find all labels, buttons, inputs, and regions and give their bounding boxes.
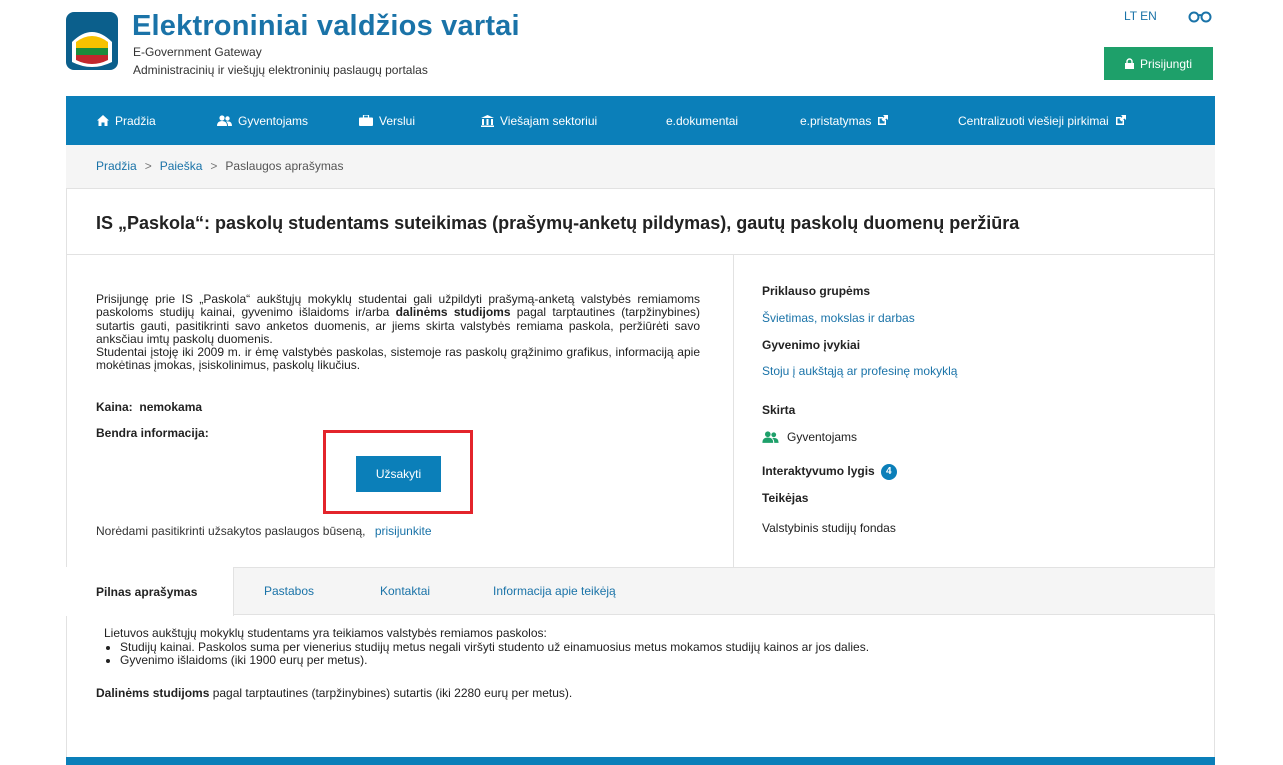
full-description-bold: Dalinėms studijoms: [96, 686, 210, 700]
login-button[interactable]: Prisijungti: [1104, 47, 1213, 80]
interactivity-row: Interaktyvumo lygis 4: [762, 464, 897, 480]
full-description-text: pagal tarptautines (tarpžinybines) sutar…: [209, 686, 573, 700]
nav-label-home: Pradžia: [115, 113, 156, 128]
nav-label-edocuments: e.dokumentai: [666, 113, 739, 128]
footer-bar: [66, 757, 1215, 765]
accessibility-glasses-icon[interactable]: [1187, 9, 1213, 23]
tab-full-description[interactable]: Pilnas aprašymas: [66, 567, 234, 616]
breadcrumb-separator: >: [144, 159, 152, 173]
site-title[interactable]: Elektroniniai valdžios vartai: [132, 10, 520, 43]
nav-label-edelivery: e.pristatymas: [800, 113, 872, 128]
lang-en-link[interactable]: EN: [1140, 9, 1157, 23]
users-icon: [762, 430, 779, 443]
nav-item-edocuments[interactable]: e.dokumentai: [666, 96, 738, 145]
full-description-footer: Dalinėms studijoms pagal tarptautines (t…: [96, 686, 573, 701]
service-description: Prisijungę prie IS „Paskola“ aukštųjų mo…: [96, 292, 700, 373]
site-header: Elektroniniai valdžios vartai E-Governme…: [0, 0, 1283, 96]
nav-item-edelivery[interactable]: e.pristatymas: [800, 96, 889, 145]
lock-icon: [1124, 58, 1134, 69]
description-text: Studentai įstoję iki 2009 m. ir ėmę vals…: [96, 345, 700, 373]
price-value: nemokama: [139, 400, 203, 414]
language-switcher: LT EN: [1124, 9, 1160, 23]
divider: [66, 254, 1215, 255]
nav-item-home[interactable]: Pradžia: [97, 96, 156, 145]
tab-notes[interactable]: Pastabos: [264, 567, 314, 615]
home-icon: [97, 115, 109, 126]
nav-label-public-sector: Viešajam sektoriui: [500, 113, 598, 128]
external-link-icon: [878, 115, 889, 125]
groups-label: Priklauso grupėms: [762, 284, 871, 298]
breadcrumb-home[interactable]: Pradžia: [96, 159, 137, 173]
general-info-label: Bendra informacija:: [96, 426, 209, 440]
status-line: Norėdami pasitikrinti užsakytos paslaugo…: [96, 524, 432, 538]
tab-provider-info[interactable]: Informacija apie teikėją: [493, 567, 616, 615]
nav-item-procurement[interactable]: Centralizuoti viešieji pirkimai: [958, 96, 1126, 145]
price-label: Kaina:: [96, 400, 133, 414]
column-divider: [733, 255, 734, 567]
site-logo[interactable]: [66, 12, 118, 70]
order-button[interactable]: Užsakyti: [356, 456, 441, 492]
breadcrumb: Pradžia > Paieška > Paslaugos aprašymas: [96, 159, 343, 173]
interactivity-label: Interaktyvumo lygis: [762, 464, 875, 479]
tab-contacts[interactable]: Kontaktai: [380, 567, 430, 615]
lang-lt-link[interactable]: LT: [1124, 9, 1137, 23]
interactivity-badge: 4: [880, 464, 897, 480]
site-subtitle: E-Government Gateway: [133, 45, 262, 59]
description-paragraph: Prisijungę prie IS „Paskola“ aukštųjų mo…: [96, 292, 700, 373]
login-label: Prisijungti: [1139, 56, 1193, 71]
content-frame: [66, 145, 1215, 765]
users-icon: [217, 114, 232, 126]
description-bold: dalinėms studijoms: [395, 305, 511, 320]
external-link-icon: [1115, 115, 1126, 125]
full-description-intro: Lietuvos aukštųjų mokyklų studentams yra…: [104, 626, 547, 640]
list-item: Gyvenimo išlaidoms (iki 1900 eurų per me…: [120, 653, 869, 668]
target-label: Skirta: [762, 403, 796, 417]
target-row: Gyventojams: [762, 430, 857, 444]
login-link[interactable]: prisijunkite: [375, 524, 432, 538]
life-events-label: Gyvenimo įvykiai: [762, 338, 861, 352]
site-tagline: Administracinių ir viešųjų elektroninių …: [133, 63, 428, 77]
breadcrumb-separator: >: [210, 159, 218, 173]
briefcase-icon: [359, 115, 373, 126]
nav-item-public-sector[interactable]: Viešajam sektoriui: [481, 96, 597, 145]
price-row: Kaina: nemokama: [96, 400, 202, 414]
provider-label: Teikėjas: [762, 491, 809, 505]
breadcrumb-search[interactable]: Paieška: [160, 159, 203, 173]
life-events-link[interactable]: Stoju į aukštąją ar profesinę mokyklą: [762, 364, 957, 378]
full-description-list: Studijų kainai. Paskolos suma per viener…: [120, 640, 869, 668]
tabs-bar: [66, 567, 1215, 615]
nav-item-residents[interactable]: Gyventojams: [217, 96, 308, 145]
provider-value: Valstybinis studijų fondas: [762, 521, 896, 535]
nav-item-business[interactable]: Verslui: [359, 96, 415, 145]
groups-link[interactable]: Švietimas, mokslas ir darbas: [762, 311, 915, 325]
nav-label-business: Verslui: [379, 113, 416, 128]
nav-label-residents: Gyventojams: [238, 113, 309, 128]
status-text: Norėdami pasitikrinti užsakytos paslaugo…: [96, 524, 366, 538]
page-title: IS „Paskola“: paskolų studentams suteiki…: [96, 213, 1020, 233]
list-item: Studijų kainai. Paskolos suma per viener…: [120, 640, 869, 655]
institution-icon: [481, 114, 494, 127]
breadcrumb-current: Paslaugos aprašymas: [225, 159, 344, 173]
target-value: Gyventojams: [787, 430, 858, 444]
main-navigation: Pradžia Gyventojams Verslui Viešajam sek…: [66, 96, 1215, 145]
full-description: Lietuvos aukštųjų mokyklų studentams yra…: [96, 626, 869, 699]
nav-label-procurement: Centralizuoti viešieji pirkimai: [958, 113, 1109, 128]
